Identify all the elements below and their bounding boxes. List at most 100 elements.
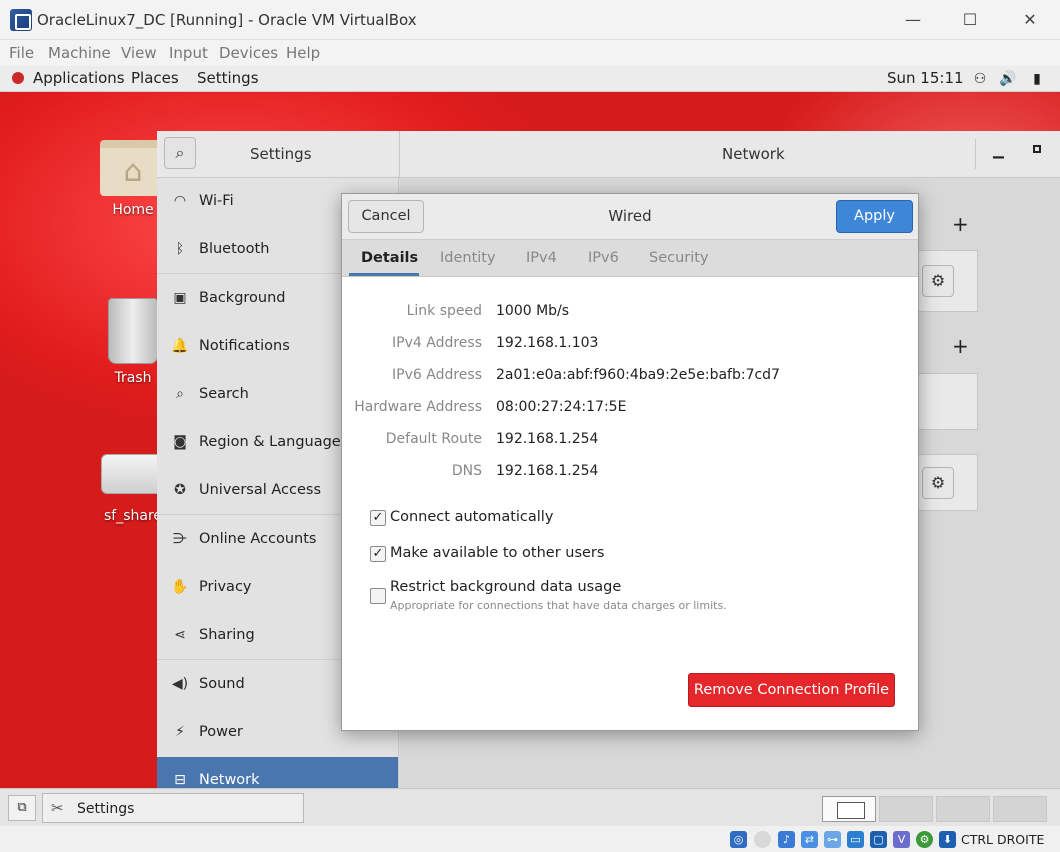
tab-identity[interactable]: Identity bbox=[440, 250, 496, 266]
header-divider bbox=[399, 131, 400, 178]
vt-x-icon[interactable]: ⚙ bbox=[916, 831, 933, 848]
speaker-icon: ◀) bbox=[171, 676, 189, 692]
sidebar-item-label: Bluetooth bbox=[199, 241, 270, 257]
dialog-title: Wired bbox=[608, 207, 652, 225]
shared-folders-icon[interactable]: ▭ bbox=[847, 831, 864, 848]
maximize-button[interactable]: ☐ bbox=[947, 6, 993, 34]
clock[interactable]: Sun 15:11 bbox=[887, 69, 964, 87]
bluetooth-icon: ᛒ bbox=[175, 241, 185, 257]
sidebar-item-label: Privacy bbox=[199, 579, 252, 595]
hand-icon: ✋ bbox=[171, 579, 189, 595]
add-wired-button[interactable]: + bbox=[952, 212, 969, 236]
network-tray-icon[interactable]: ⚇ bbox=[971, 70, 989, 88]
audio-icon[interactable]: ♪ bbox=[778, 831, 795, 848]
menu-view[interactable]: View bbox=[121, 44, 157, 62]
sidebar-item-label: Region & Language bbox=[199, 434, 341, 450]
menu-file[interactable]: File bbox=[9, 44, 34, 62]
active-tab-indicator bbox=[349, 273, 419, 276]
camera-icon: ◙ bbox=[173, 434, 187, 450]
wifi-icon: ◠ bbox=[173, 193, 187, 209]
drive-icon bbox=[101, 454, 165, 494]
sidebar-item-label: Search bbox=[199, 386, 249, 402]
share-icon: ⋖ bbox=[174, 627, 186, 643]
hardware-address-label: Hardware Address bbox=[354, 399, 482, 415]
add-vpn-button[interactable]: + bbox=[952, 334, 969, 358]
tab-ipv6[interactable]: IPv6 bbox=[588, 250, 619, 266]
connect-automatically-checkbox[interactable]: ✓ bbox=[370, 510, 386, 526]
dialog-tabs: Details Identity IPv4 IPv6 Security bbox=[342, 240, 918, 277]
hardware-address-value: 08:00:27:24:17:5E bbox=[496, 399, 627, 415]
optical-drive-icon[interactable] bbox=[754, 831, 771, 848]
task-settings-label: Settings bbox=[77, 801, 135, 817]
settings-headerbar: ⌕ Settings Network ▁ bbox=[157, 131, 1060, 178]
settings-minimize-button[interactable]: ▁ bbox=[993, 143, 1004, 159]
display-icon[interactable]: ▢ bbox=[870, 831, 887, 848]
workspace-4[interactable] bbox=[993, 796, 1047, 822]
workspace-1[interactable] bbox=[822, 796, 876, 822]
menu-input[interactable]: Input bbox=[169, 44, 208, 62]
host-key-arrow-icon[interactable]: ⬇ bbox=[939, 831, 956, 848]
places-menu[interactable]: Places bbox=[131, 69, 179, 87]
task-settings[interactable]: ✂ Settings bbox=[42, 793, 304, 823]
online-accounts-icon: ⋺ bbox=[173, 531, 187, 547]
proxy-settings-gear-icon[interactable]: ⚙ bbox=[922, 467, 954, 499]
details-panel: Link speed 1000 Mb/s IPv4 Address 192.16… bbox=[342, 277, 918, 730]
apply-button[interactable]: Apply bbox=[836, 200, 913, 233]
sidebar-item-label: Network bbox=[199, 772, 260, 788]
wired-dialog: Cancel Wired Apply Details Identity IPv4… bbox=[341, 193, 919, 731]
workspace-2[interactable] bbox=[879, 796, 933, 822]
battery-icon[interactable]: ▮ bbox=[1028, 70, 1046, 88]
close-button[interactable]: ✕ bbox=[1007, 6, 1053, 34]
settings-maximize-button[interactable] bbox=[1033, 145, 1041, 153]
header-divider bbox=[975, 139, 976, 169]
volume-icon[interactable]: 🔊 bbox=[999, 70, 1017, 88]
show-desktop-button[interactable]: ⧉ bbox=[8, 795, 36, 821]
minimize-button[interactable]: — bbox=[890, 6, 936, 34]
wired-settings-gear-icon[interactable]: ⚙ bbox=[922, 265, 954, 297]
ipv6-address-label: IPv6 Address bbox=[392, 367, 482, 383]
sidebar-item-label: Power bbox=[199, 724, 243, 740]
gnome-topbar: Applications Places Settings Sun 15:11 ⚇… bbox=[0, 66, 1060, 92]
network-adapter-icon[interactable]: ⇄ bbox=[801, 831, 818, 848]
desktop-trash-label: Trash bbox=[114, 370, 152, 386]
desktop-sf-share-label: sf_share bbox=[103, 508, 163, 524]
recording-icon[interactable]: V bbox=[893, 831, 910, 848]
ipv4-address-value: 192.168.1.103 bbox=[496, 335, 599, 351]
sidebar-item-label: Online Accounts bbox=[199, 531, 317, 547]
restrict-background-label[interactable]: Restrict background data usage bbox=[390, 579, 621, 595]
menu-machine[interactable]: Machine bbox=[48, 44, 111, 62]
tab-ipv4[interactable]: IPv4 bbox=[526, 250, 557, 266]
sidebar-item-label: Wi-Fi bbox=[199, 193, 234, 209]
remove-connection-profile-button[interactable]: Remove Connection Profile bbox=[688, 673, 895, 707]
usb-icon[interactable]: ⊶ bbox=[824, 831, 841, 848]
settings-menu[interactable]: Settings bbox=[197, 69, 259, 87]
window-title: OracleLinux7_DC [Running] - Oracle VM Vi… bbox=[37, 11, 417, 29]
search-icon: ⌕ bbox=[176, 386, 184, 402]
background-icon: ▣ bbox=[173, 290, 187, 306]
workspace-3[interactable] bbox=[936, 796, 990, 822]
available-to-others-checkbox[interactable]: ✓ bbox=[370, 546, 386, 562]
sidebar-item-label: Sharing bbox=[199, 627, 255, 643]
menu-devices[interactable]: Devices bbox=[219, 44, 278, 62]
available-to-others-label[interactable]: Make available to other users bbox=[390, 545, 604, 561]
restrict-background-checkbox[interactable] bbox=[370, 588, 386, 604]
default-route-label: Default Route bbox=[385, 431, 482, 447]
applications-menu[interactable]: Applications bbox=[33, 69, 125, 87]
hard-disk-icon[interactable]: ◎ bbox=[730, 831, 747, 848]
dns-value: 192.168.1.254 bbox=[496, 463, 599, 479]
network-icon: ⊟ bbox=[174, 772, 186, 788]
ipv6-address-value: 2a01:e0a:abf:f960:4ba9:2e5e:bafb:7cd7 bbox=[496, 367, 780, 383]
menu-help[interactable]: Help bbox=[286, 44, 320, 62]
sidebar-item-network[interactable]: ⊟ Network bbox=[157, 757, 398, 788]
connect-automatically-label[interactable]: Connect automatically bbox=[390, 509, 553, 525]
window-list-bar: ⧉ ✂ Settings bbox=[0, 788, 1060, 826]
trash-icon bbox=[108, 298, 158, 364]
accessibility-icon: ✪ bbox=[174, 482, 186, 498]
settings-search-button[interactable]: ⌕ bbox=[164, 137, 196, 169]
tab-details[interactable]: Details bbox=[361, 250, 418, 266]
host-key-label: CTRL DROITE bbox=[961, 832, 1045, 847]
vbox-titlebar: OracleLinux7_DC [Running] - Oracle VM Vi… bbox=[0, 0, 1060, 40]
tab-security[interactable]: Security bbox=[649, 250, 709, 266]
desktop-home-label: Home bbox=[112, 202, 154, 218]
virtualbox-icon bbox=[10, 9, 32, 31]
